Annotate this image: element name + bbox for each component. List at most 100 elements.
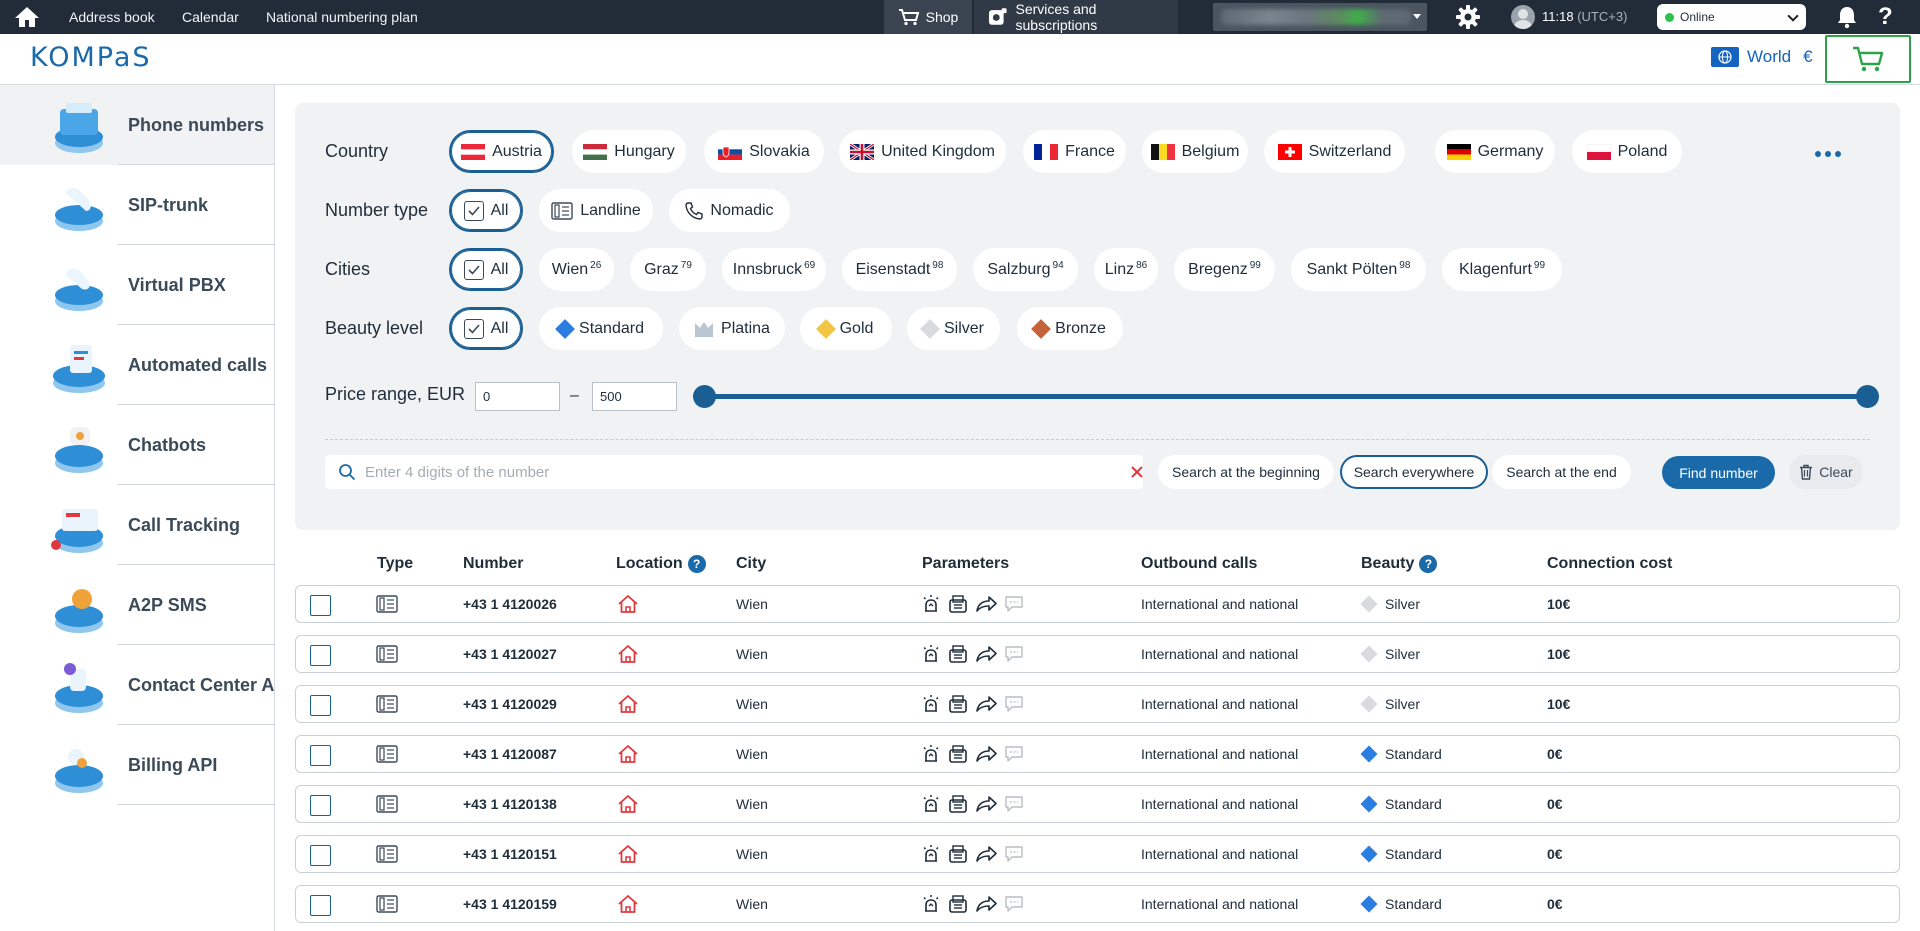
column-header-number[interactable]: Number — [463, 555, 523, 573]
landline-icon — [376, 745, 398, 763]
city-pill-klagenfurt[interactable]: Klagenfurt 99 — [1442, 248, 1562, 291]
price-max-input[interactable] — [592, 382, 677, 411]
beauty-label: Standard — [1385, 846, 1442, 862]
price-min-input[interactable] — [475, 382, 560, 411]
city-pill-wien[interactable]: Wien 26 — [539, 248, 614, 291]
beauty-pill-silver[interactable]: Silver — [907, 307, 1000, 350]
table-row[interactable]: +43 1 4120029 Wien International and nat… — [295, 685, 1900, 723]
gear-icon[interactable] — [1454, 4, 1482, 30]
search-mode-end[interactable]: Search at the end — [1492, 455, 1631, 489]
country-pill-belgium[interactable]: Belgium — [1142, 130, 1248, 173]
sidebar-item-phone-numbers[interactable]: Phone numbers — [0, 85, 274, 165]
alarm-icon — [923, 645, 939, 662]
phone-number: +43 1 4120026 — [463, 596, 557, 612]
sidebar-item-call-tracking[interactable]: Call Tracking — [0, 485, 274, 565]
account-selector[interactable] — [1213, 3, 1427, 31]
price-slider-min-handle[interactable] — [693, 385, 716, 408]
sidebar-item-billing-api[interactable]: Billing API — [0, 725, 274, 805]
divider — [118, 804, 274, 805]
city-pill-eisenstadt[interactable]: Eisenstadt 98 — [842, 248, 957, 291]
user-avatar[interactable] — [1511, 5, 1535, 29]
services-button[interactable]: Services and subscriptions — [974, 0, 1178, 34]
table-row[interactable]: +43 1 4120159 Wien International and nat… — [295, 885, 1900, 923]
table-row[interactable]: +43 1 4120087 Wien International and nat… — [295, 735, 1900, 773]
country-pill-slovakia[interactable]: Slovakia — [704, 130, 824, 173]
country-pill-france[interactable]: France — [1023, 130, 1126, 173]
city-pill-linz[interactable]: Linz 86 — [1094, 248, 1158, 291]
beauty-pill-all[interactable]: All — [449, 307, 523, 350]
country-pill-germany[interactable]: Germany — [1435, 130, 1555, 173]
city-pill-graz[interactable]: Graz 79 — [630, 248, 706, 291]
sidebar-item-contact-center-ai[interactable]: Contact Center Ai — [0, 645, 274, 725]
beauty-label: Standard — [1385, 746, 1442, 762]
column-header-type[interactable]: Type — [377, 555, 413, 573]
column-header-location[interactable]: Location ? — [616, 555, 706, 573]
country-pill-hungary[interactable]: Hungary — [572, 130, 686, 173]
column-header-city[interactable]: City — [736, 555, 766, 573]
close-icon[interactable] — [1130, 465, 1144, 479]
country-pill-united-kingdom[interactable]: United Kingdom — [839, 130, 1006, 173]
row-checkbox[interactable] — [310, 645, 331, 666]
price-slider-track[interactable] — [704, 394, 1867, 399]
price-slider-max-handle[interactable] — [1856, 385, 1879, 408]
help-icon[interactable]: ? — [687, 555, 706, 573]
help-icon[interactable]: ? — [1878, 0, 1893, 34]
city-pill-salzburg[interactable]: Salzburg 94 — [973, 248, 1078, 291]
row-checkbox[interactable] — [310, 595, 331, 616]
national-numbering-plan-link[interactable]: National numbering plan — [266, 0, 418, 34]
cities-pill-all[interactable]: All — [449, 248, 523, 291]
beauty-pill-gold[interactable]: Gold — [800, 307, 892, 350]
calendar-link[interactable]: Calendar — [182, 0, 239, 34]
cart-button[interactable] — [1825, 35, 1911, 83]
number-search-input[interactable] — [365, 455, 1085, 489]
address-book-link[interactable]: Address book — [69, 0, 155, 34]
sidebar-item-sip-trunk[interactable]: SIP-trunk — [0, 165, 274, 245]
country-pill-poland[interactable]: Poland — [1572, 130, 1682, 173]
sidebar-item-a2p-sms[interactable]: A2P SMS — [0, 565, 274, 645]
beauty-pill-standard[interactable]: Standard — [539, 307, 663, 350]
beauty-label: Silver — [1385, 696, 1421, 712]
beauty-pill-bronze[interactable]: Bronze — [1017, 307, 1123, 350]
find-number-button[interactable]: Find number — [1662, 456, 1775, 489]
more-countries-icon[interactable] — [1815, 146, 1845, 162]
city-pill-bregenz[interactable]: Bregenz 99 — [1174, 248, 1275, 291]
table-row[interactable]: +43 1 4120138 Wien International and nat… — [295, 785, 1900, 823]
switzerland-flag-icon — [1277, 143, 1302, 160]
country-label: Country — [325, 141, 389, 161]
help-icon[interactable]: ? — [1419, 555, 1438, 573]
column-header-connection-cost[interactable]: Connection cost — [1547, 555, 1672, 573]
city-pill-innsbruck[interactable]: Innsbruck 69 — [722, 248, 826, 291]
city-pill-sankt-poelten[interactable]: Sankt Pölten 98 — [1291, 248, 1426, 291]
logo[interactable]: KOMPaS — [30, 42, 152, 73]
pill-label: All — [490, 260, 509, 278]
number-type-pill-landline[interactable]: Landline — [539, 189, 653, 232]
status-dropdown[interactable]: Online — [1657, 4, 1806, 30]
call-tracking-icon — [51, 509, 103, 553]
region-selector[interactable]: World € — [1711, 47, 1813, 67]
table-row[interactable]: +43 1 4120151 Wien International and nat… — [295, 835, 1900, 873]
table-row[interactable]: +43 1 4120026 Wien International and nat… — [295, 585, 1900, 623]
row-checkbox[interactable] — [310, 745, 331, 766]
row-checkbox[interactable] — [310, 695, 331, 716]
table-row[interactable]: +43 1 4120027 Wien International and nat… — [295, 635, 1900, 673]
sidebar-item-virtual-pbx[interactable]: Virtual PBX — [0, 245, 274, 325]
beauty-pill-platina[interactable]: Platina — [679, 307, 785, 350]
parameters-cell — [921, 844, 1024, 864]
clear-button[interactable]: Clear — [1789, 455, 1863, 489]
country-pill-austria[interactable]: Austria — [449, 130, 554, 173]
home-icon[interactable] — [12, 4, 42, 30]
row-checkbox[interactable] — [310, 845, 331, 866]
sidebar-item-automated-calls[interactable]: Automated calls — [0, 325, 274, 405]
column-header-beauty[interactable]: Beauty ? — [1361, 555, 1438, 573]
sidebar-item-chatbots[interactable]: Chatbots — [0, 405, 274, 485]
search-mode-beginning[interactable]: Search at the beginning — [1158, 455, 1334, 489]
row-checkbox[interactable] — [310, 795, 331, 816]
country-pill-switzerland[interactable]: Switzerland — [1264, 130, 1405, 173]
bell-icon[interactable] — [1834, 4, 1860, 30]
shop-button[interactable]: Shop — [884, 0, 972, 34]
city-cell: Wien — [736, 896, 768, 912]
number-type-pill-all[interactable]: All — [449, 189, 523, 232]
row-checkbox[interactable] — [310, 895, 331, 916]
search-mode-everywhere[interactable]: Search everywhere — [1340, 455, 1488, 489]
number-type-pill-nomadic[interactable]: Nomadic — [669, 189, 790, 232]
